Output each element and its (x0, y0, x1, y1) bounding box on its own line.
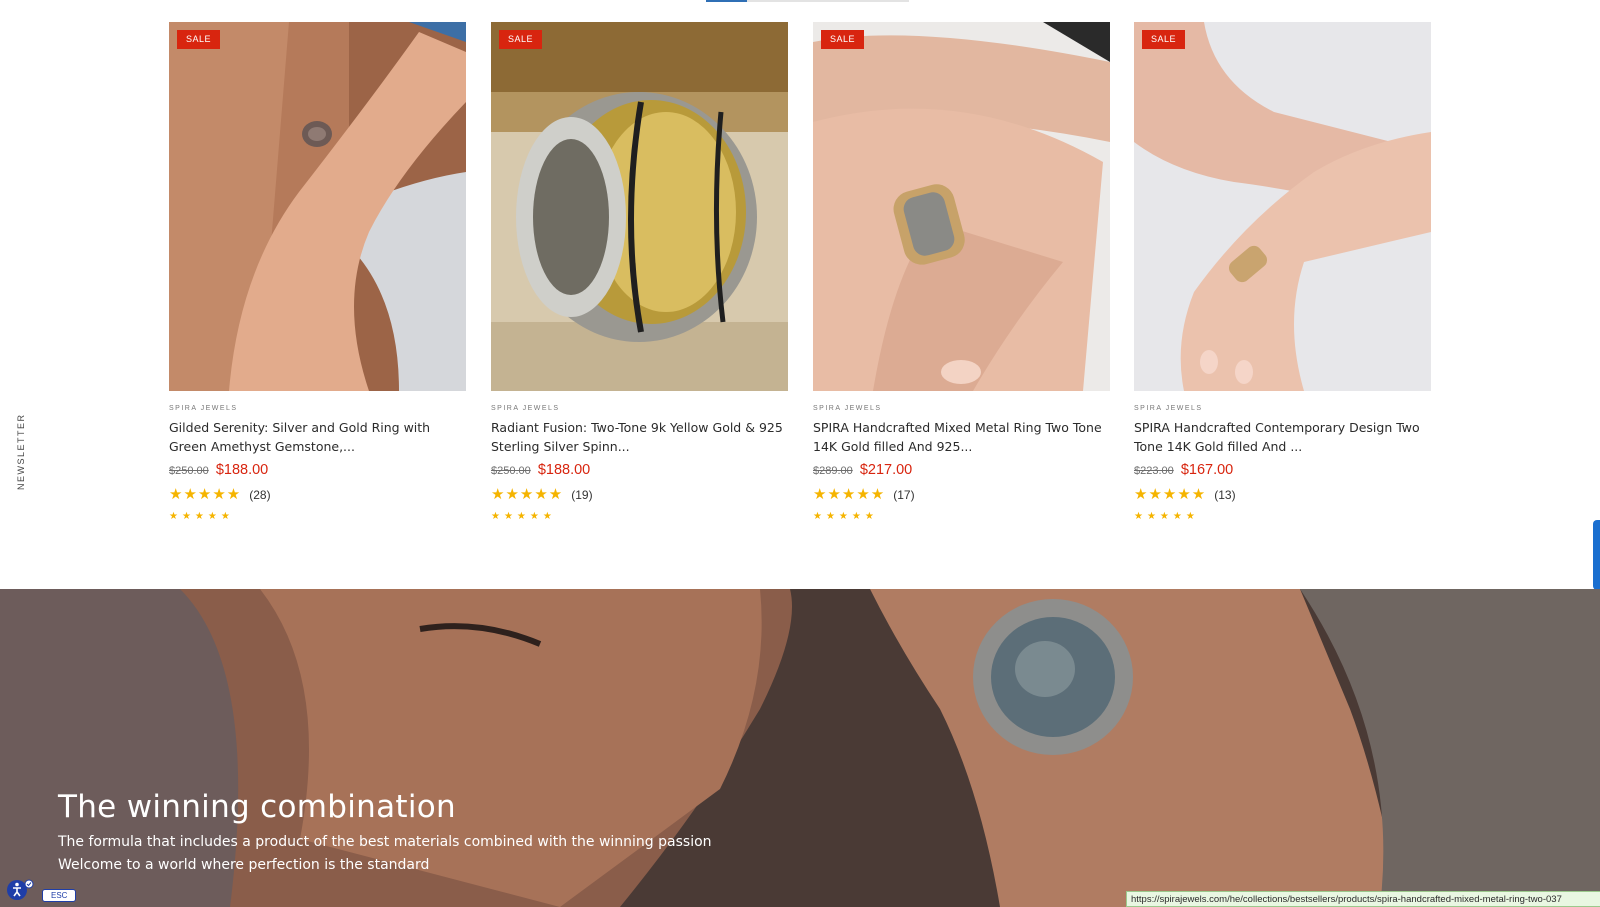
hero-subtitle-line-1: The formula that includes a product of t… (58, 834, 712, 850)
esc-key-button[interactable]: ESC (42, 889, 77, 902)
product-prices: $250.00 $188.00 (491, 462, 590, 478)
product-rating[interactable]: ★★★★★ (28) (169, 487, 271, 502)
mini-star-rating-icon: ★★★★★ (813, 511, 878, 522)
accessibility-icon (7, 879, 34, 900)
review-count: (13) (1214, 487, 1236, 502)
status-bar-url: https://spirajewels.com/he/collections/b… (1126, 891, 1600, 907)
star-rating-icon: ★★★★★ (169, 486, 242, 503)
review-count: (17) (893, 487, 915, 502)
sale-badge: SALE (499, 30, 543, 49)
sale-price: $167.00 (1180, 462, 1234, 478)
product-card[interactable]: SALE SPIRA JEWELS Radiant Fusion: Two-To… (491, 22, 788, 532)
mini-star-rating-icon: ★★★★★ (169, 511, 234, 522)
product-title[interactable]: Gilded Serenity: Silver and Gold Ring wi… (169, 418, 466, 456)
product-image[interactable]: SALE (491, 22, 788, 391)
product-vendor: SPIRA JEWELS (491, 405, 560, 412)
sale-badge: SALE (1142, 30, 1186, 49)
product-prices: $250.00 $188.00 (169, 462, 268, 478)
product-grid: SALE SPIRA JEWELS Gilded Serenity: Silve… (169, 22, 1431, 532)
scroll-edge-indicator[interactable] (1593, 520, 1600, 590)
product-card[interactable]: SALE SPIRA JEWELS SPIRA Handcrafted Cont… (1134, 22, 1431, 532)
hero-banner: The winning combination The formula that… (0, 589, 1600, 907)
star-rating-icon: ★★★★★ (491, 486, 564, 503)
product-rating[interactable]: ★★★★★ (19) (491, 487, 593, 502)
sale-price: $217.00 (859, 462, 913, 478)
review-count: (28) (249, 487, 271, 502)
product-title[interactable]: SPIRA Handcrafted Mixed Metal Ring Two T… (813, 418, 1110, 456)
product-vendor: SPIRA JEWELS (1134, 405, 1203, 412)
star-rating-icon: ★★★★★ (1134, 486, 1207, 503)
sale-price: $188.00 (537, 462, 591, 478)
product-image[interactable]: SALE (813, 22, 1110, 391)
carousel-progress-track[interactable] (706, 0, 909, 2)
product-prices: $289.00 $217.00 (813, 462, 912, 478)
newsletter-side-tab[interactable]: NEWSLETTER (6, 413, 36, 490)
product-image[interactable]: SALE (169, 22, 466, 391)
product-title[interactable]: SPIRA Handcrafted Contemporary Design Tw… (1134, 418, 1431, 456)
product-rating[interactable]: ★★★★★ (17) (813, 487, 915, 502)
hero-subtitle-line-2: Welcome to a world where perfection is t… (58, 857, 430, 873)
review-count: (19) (571, 487, 593, 502)
product-card[interactable]: SALE SPIRA JEWELS Gilded Serenity: Silve… (169, 22, 466, 532)
sale-price: $188.00 (215, 462, 269, 478)
star-rating-icon: ★★★★★ (813, 486, 886, 503)
product-title[interactable]: Radiant Fusion: Two-Tone 9k Yellow Gold … (491, 418, 788, 456)
product-image[interactable]: SALE (1134, 22, 1431, 391)
product-vendor: SPIRA JEWELS (169, 405, 238, 412)
product-vendor: SPIRA JEWELS (813, 405, 882, 412)
mini-star-rating-icon: ★★★★★ (491, 511, 556, 522)
newsletter-tab-label: NEWSLETTER (16, 413, 26, 490)
product-card[interactable]: SALE SPIRA JEWELS SPIRA Handcrafted Mixe… (813, 22, 1110, 532)
product-rating[interactable]: ★★★★★ (13) (1134, 487, 1236, 502)
carousel-progress-thumb[interactable] (706, 0, 747, 2)
sale-badge: SALE (177, 30, 221, 49)
hero-heading: The winning combination (58, 789, 456, 825)
mini-star-rating-icon: ★★★★★ (1134, 511, 1199, 522)
compare-at-price: $250.00 (491, 465, 531, 477)
accessibility-widget[interactable] (6, 879, 34, 901)
sale-badge: SALE (821, 30, 865, 49)
product-prices: $223.00 $167.00 (1134, 462, 1233, 478)
compare-at-price: $250.00 (169, 465, 209, 477)
compare-at-price: $223.00 (1134, 465, 1174, 477)
compare-at-price: $289.00 (813, 465, 853, 477)
